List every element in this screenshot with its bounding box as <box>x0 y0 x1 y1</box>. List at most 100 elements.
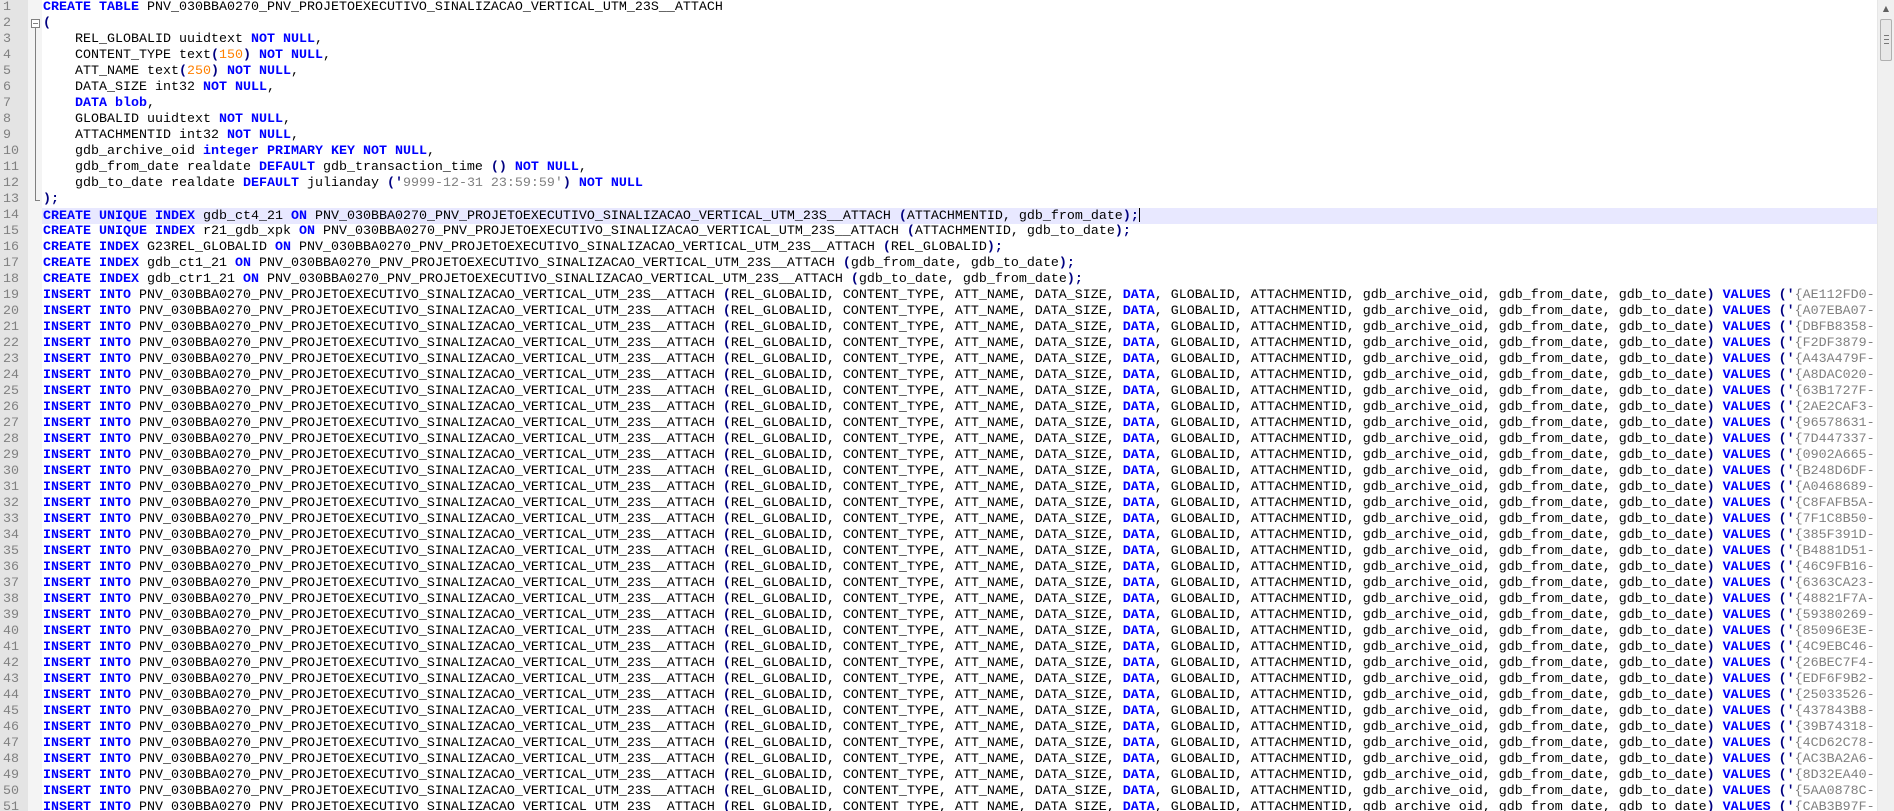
fold-margin <box>28 304 42 320</box>
line-number: 21 <box>0 320 28 336</box>
code-line[interactable]: 50 INSERT INTO PNV_030BBA0270_PNV_PROJETO… <box>0 784 1877 800</box>
code-line[interactable]: 1 CREATE TABLE PNV_030BBA0270_PNV_PROJETO… <box>0 0 1877 16</box>
code-line[interactable]: 24 INSERT INTO PNV_030BBA0270_PNV_PROJETO… <box>0 368 1877 384</box>
code-line[interactable]: 26 INSERT INTO PNV_030BBA0270_PNV_PROJETO… <box>0 400 1877 416</box>
code-line[interactable]: 20 INSERT INTO PNV_030BBA0270_PNV_PROJETO… <box>0 304 1877 320</box>
fold-margin <box>28 320 42 336</box>
scrollbar-thumb[interactable] <box>1880 19 1892 61</box>
line-number: 5 <box>0 64 28 80</box>
code-line[interactable]: 29 INSERT INTO PNV_030BBA0270_PNV_PROJETO… <box>0 448 1877 464</box>
fold-margin <box>28 720 42 736</box>
fold-margin <box>28 64 42 80</box>
code-line[interactable]: 5 ATT_NAME text(250) NOT NULL, <box>0 64 1877 80</box>
code-text: ); <box>43 192 59 207</box>
code-text: INSERT INTO PNV_030BBA0270_PNV_PROJETOEX… <box>43 384 1875 399</box>
code-line[interactable]: 27 INSERT INTO PNV_030BBA0270_PNV_PROJETO… <box>0 416 1877 432</box>
fold-margin <box>28 448 42 464</box>
code-text: INSERT INTO PNV_030BBA0270_PNV_PROJETOEX… <box>43 480 1875 495</box>
fold-margin[interactable] <box>28 16 42 32</box>
code-text: INSERT INTO PNV_030BBA0270_PNV_PROJETOEX… <box>43 576 1875 591</box>
line-number: 4 <box>0 48 28 64</box>
line-number: 34 <box>0 528 28 544</box>
code-text: CREATE UNIQUE INDEX r21_gdb_xpk ON PNV_0… <box>43 224 1131 239</box>
code-line[interactable]: 10 gdb_archive_oid integer PRIMARY KEY N… <box>0 144 1877 160</box>
scroll-up-arrow-icon[interactable]: ▲ <box>1878 0 1894 17</box>
fold-margin <box>28 80 42 96</box>
code-text: INSERT INTO PNV_030BBA0270_PNV_PROJETOEX… <box>43 288 1875 303</box>
code-text: CREATE INDEX gdb_ct1_21 ON PNV_030BBA027… <box>43 256 1075 271</box>
code-line[interactable]: 21 INSERT INTO PNV_030BBA0270_PNV_PROJETO… <box>0 320 1877 336</box>
code-line[interactable]: 15 CREATE UNIQUE INDEX r21_gdb_xpk ON PNV… <box>0 224 1877 240</box>
fold-margin <box>28 672 42 688</box>
code-line[interactable]: 46 INSERT INTO PNV_030BBA0270_PNV_PROJETO… <box>0 720 1877 736</box>
code-line[interactable]: 48 INSERT INTO PNV_030BBA0270_PNV_PROJETO… <box>0 752 1877 768</box>
code-line[interactable]: 47 INSERT INTO PNV_030BBA0270_PNV_PROJETO… <box>0 736 1877 752</box>
code-line[interactable]: 4 CONTENT_TYPE text(150) NOT NULL, <box>0 48 1877 64</box>
code-line[interactable]: 44 INSERT INTO PNV_030BBA0270_PNV_PROJETO… <box>0 688 1877 704</box>
fold-margin <box>28 592 42 608</box>
code-line[interactable]: 40 INSERT INTO PNV_030BBA0270_PNV_PROJETO… <box>0 624 1877 640</box>
line-number: 44 <box>0 688 28 704</box>
fold-margin <box>28 656 42 672</box>
fold-margin <box>28 160 42 176</box>
fold-margin <box>28 208 42 224</box>
code-line[interactable]: 2( <box>0 16 1877 32</box>
code-line[interactable]: 37 INSERT INTO PNV_030BBA0270_PNV_PROJETO… <box>0 576 1877 592</box>
code-line[interactable]: 25 INSERT INTO PNV_030BBA0270_PNV_PROJETO… <box>0 384 1877 400</box>
fold-margin <box>28 144 42 160</box>
code-line[interactable]: 42 INSERT INTO PNV_030BBA0270_PNV_PROJETO… <box>0 656 1877 672</box>
code-line[interactable]: 23 INSERT INTO PNV_030BBA0270_PNV_PROJETO… <box>0 352 1877 368</box>
code-line[interactable]: 34 INSERT INTO PNV_030BBA0270_PNV_PROJETO… <box>0 528 1877 544</box>
code-editor[interactable]: 1 CREATE TABLE PNV_030BBA0270_PNV_PROJETO… <box>0 0 1877 811</box>
code-line[interactable]: 31 INSERT INTO PNV_030BBA0270_PNV_PROJETO… <box>0 480 1877 496</box>
line-number: 9 <box>0 128 28 144</box>
fold-margin <box>28 112 42 128</box>
code-line[interactable]: 17 CREATE INDEX gdb_ct1_21 ON PNV_030BBA0… <box>0 256 1877 272</box>
code-line[interactable]: 14 CREATE UNIQUE INDEX gdb_ct4_21 ON PNV_… <box>0 208 1877 224</box>
fold-collapse-icon[interactable] <box>31 19 40 28</box>
code-line[interactable]: 7 DATA blob, <box>0 96 1877 112</box>
code-line[interactable]: 22 INSERT INTO PNV_030BBA0270_PNV_PROJETO… <box>0 336 1877 352</box>
code-line[interactable]: 51 INSERT INTO PNV_030BBA0270_PNV_PROJETO… <box>0 800 1877 811</box>
code-line[interactable]: 36 INSERT INTO PNV_030BBA0270_PNV_PROJETO… <box>0 560 1877 576</box>
code-line[interactable]: 30 INSERT INTO PNV_030BBA0270_PNV_PROJETO… <box>0 464 1877 480</box>
line-number: 20 <box>0 304 28 320</box>
fold-margin <box>28 544 42 560</box>
code-line[interactable]: 32 INSERT INTO PNV_030BBA0270_PNV_PROJETO… <box>0 496 1877 512</box>
fold-margin <box>28 480 42 496</box>
fold-margin <box>28 0 42 16</box>
code-line[interactable]: 19 INSERT INTO PNV_030BBA0270_PNV_PROJETO… <box>0 288 1877 304</box>
code-line[interactable]: 6 DATA_SIZE int32 NOT NULL, <box>0 80 1877 96</box>
code-text: INSERT INTO PNV_030BBA0270_PNV_PROJETOEX… <box>43 464 1875 479</box>
code-line[interactable]: 13); <box>0 192 1877 208</box>
code-line[interactable]: 35 INSERT INTO PNV_030BBA0270_PNV_PROJETO… <box>0 544 1877 560</box>
code-line[interactable]: 11 gdb_from_date realdate DEFAULT gdb_tr… <box>0 160 1877 176</box>
code-line[interactable]: 38 INSERT INTO PNV_030BBA0270_PNV_PROJETO… <box>0 592 1877 608</box>
code-line[interactable]: 3 REL_GLOBALID uuidtext NOT NULL, <box>0 32 1877 48</box>
code-line[interactable]: 43 INSERT INTO PNV_030BBA0270_PNV_PROJETO… <box>0 672 1877 688</box>
code-line[interactable]: 33 INSERT INTO PNV_030BBA0270_PNV_PROJETO… <box>0 512 1877 528</box>
code-line[interactable]: 28 INSERT INTO PNV_030BBA0270_PNV_PROJETO… <box>0 432 1877 448</box>
code-line[interactable]: 39 INSERT INTO PNV_030BBA0270_PNV_PROJETO… <box>0 608 1877 624</box>
line-number: 13 <box>0 192 28 208</box>
fold-margin <box>28 48 42 64</box>
code-line[interactable]: 16 CREATE INDEX G23REL_GLOBALID ON PNV_03… <box>0 240 1877 256</box>
line-number: 22 <box>0 336 28 352</box>
code-text: INSERT INTO PNV_030BBA0270_PNV_PROJETOEX… <box>43 720 1875 735</box>
fold-margin <box>28 32 42 48</box>
vertical-scrollbar[interactable]: ▲ <box>1877 0 1894 811</box>
fold-margin <box>28 272 42 288</box>
line-number: 50 <box>0 784 28 800</box>
code-text: INSERT INTO PNV_030BBA0270_PNV_PROJETOEX… <box>43 528 1875 543</box>
code-line[interactable]: 8 GLOBALID uuidtext NOT NULL, <box>0 112 1877 128</box>
code-text: DATA_SIZE int32 NOT NULL, <box>43 80 275 95</box>
fold-margin <box>28 528 42 544</box>
code-line[interactable]: 12 gdb_to_date realdate DEFAULT julianda… <box>0 176 1877 192</box>
code-line[interactable]: 41 INSERT INTO PNV_030BBA0270_PNV_PROJETO… <box>0 640 1877 656</box>
code-line[interactable]: 18 CREATE INDEX gdb_ctr1_21 ON PNV_030BBA… <box>0 272 1877 288</box>
code-line[interactable]: 49 INSERT INTO PNV_030BBA0270_PNV_PROJETO… <box>0 768 1877 784</box>
code-line[interactable]: 45 INSERT INTO PNV_030BBA0270_PNV_PROJETO… <box>0 704 1877 720</box>
fold-margin <box>28 576 42 592</box>
code-line[interactable]: 9 ATTACHMENTID int32 NOT NULL, <box>0 128 1877 144</box>
line-number: 40 <box>0 624 28 640</box>
